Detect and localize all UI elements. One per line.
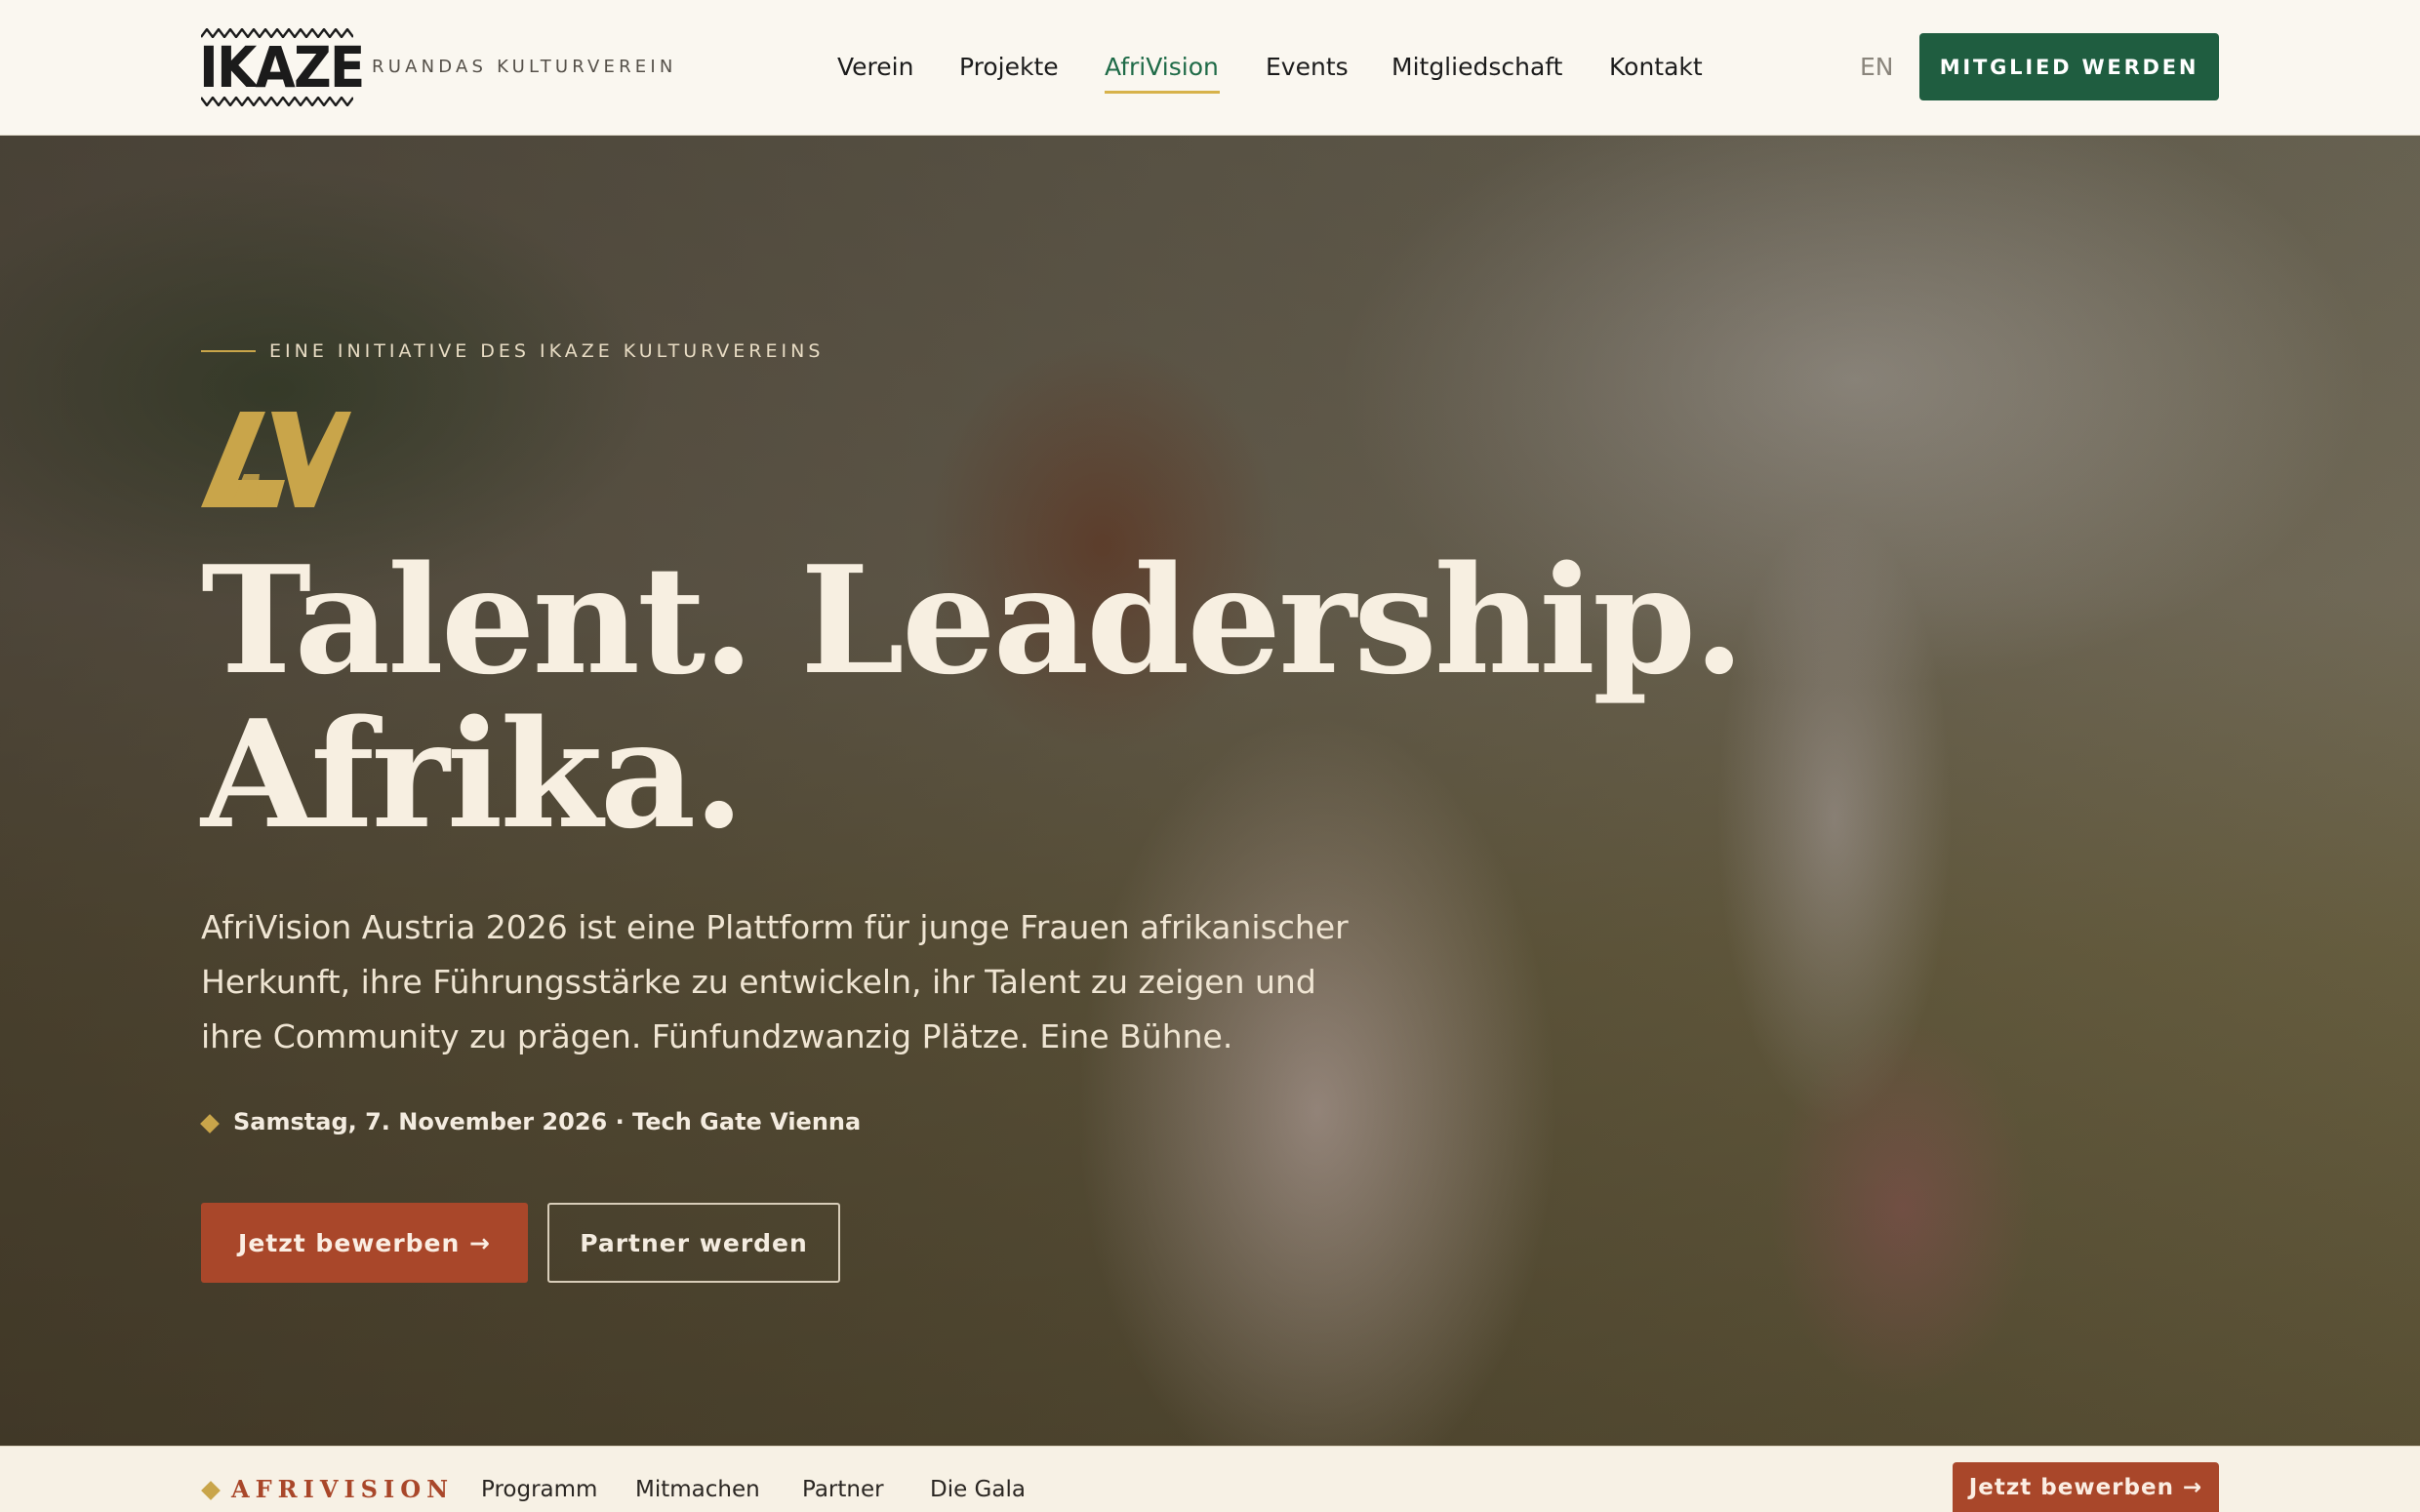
nav-projekte[interactable]: Projekte [959,51,1059,84]
subnav-programm[interactable]: Programm [481,1475,597,1504]
eyebrow-rule [201,350,256,352]
logo-tagline: RUANDAS KULTURVEREIN [372,57,677,77]
subnav-mitmachen[interactable]: Mitmachen [635,1475,760,1504]
subnav-partner[interactable]: Partner [802,1475,884,1504]
hero-headline: Talent. Leadership. Afrika. [201,543,1860,852]
event-date-location: Samstag, 7. November 2026 · Tech Gate Vi… [233,1108,862,1135]
become-member-button[interactable]: MITGLIED WERDEN [1919,33,2219,100]
hero-eyebrow: EINE INITIATIVE DES IKAZE KULTURVEREINS [269,340,825,362]
nav-mitgliedschaft[interactable]: Mitgliedschaft [1392,51,1562,84]
nav-events[interactable]: Events [1266,51,1349,84]
nav-kontakt[interactable]: Kontakt [1609,51,1703,84]
afrivision-logo-mark [201,412,351,507]
headline-line-2: Afrika. [201,687,745,861]
subnav-apply-button[interactable]: Jetzt bewerben → [1953,1462,2219,1512]
ikaze-logo[interactable]: IKAZE [199,28,365,106]
logo-pattern-bottom [201,97,353,106]
subnav-brand[interactable]: AFRIVISION [231,1475,454,1504]
active-nav-indicator [1105,91,1220,94]
headline-line-1: Talent. Leadership. [201,533,1745,707]
apply-now-button[interactable]: Jetzt bewerben → [201,1203,528,1283]
become-partner-button[interactable]: Partner werden [547,1203,840,1283]
subnav-die-gala[interactable]: Die Gala [930,1475,1026,1504]
language-switch[interactable]: EN [1860,51,1894,84]
hero-lead-text: AfriVision Austria 2026 ist eine Plattfo… [201,908,1349,1055]
nav-verein[interactable]: Verein [837,51,913,84]
logo-wordmark: IKAZE [199,34,365,100]
nav-afrivision[interactable]: AfriVision [1105,51,1219,84]
site-header: IKAZE RUANDAS KULTURVEREIN Verein Projek… [0,0,2420,136]
